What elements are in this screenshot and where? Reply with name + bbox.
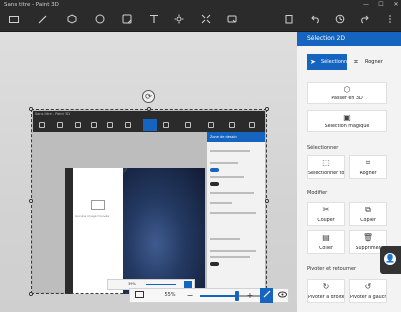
resize-handle[interactable] (29, 292, 33, 296)
text-icon[interactable] (147, 14, 161, 28)
canvas-icon[interactable] (199, 14, 213, 28)
selection-frame[interactable] (31, 109, 267, 294)
title-bar: Sans titre - Paint 3D — ☐ ✕ (0, 0, 401, 10)
close-button[interactable]: ✕ (393, 0, 399, 10)
panel-title: Sélection 2D (297, 32, 401, 46)
section-title-select: Sélectionner (307, 145, 339, 151)
select-all-icon: ⬚ (322, 158, 330, 167)
resize-handle[interactable] (265, 199, 269, 203)
fit-screen-icon[interactable] (133, 290, 145, 302)
zoom-bar: 55% − + (129, 288, 289, 303)
3d-cube-icon: ⬡ (343, 85, 351, 94)
rotate-handle[interactable]: ⟳ (142, 90, 155, 103)
rotate-left-button[interactable]: ↺ Pivoter à gauche (349, 279, 387, 303)
crop-mode-button[interactable]: ⌗ Rogner (351, 54, 391, 70)
resize-handle[interactable] (29, 199, 33, 203)
section-title-edit: Modifier (307, 190, 328, 196)
resize-handle[interactable] (147, 107, 151, 111)
trash-icon: 🗑 (362, 233, 374, 242)
brush-icon[interactable] (36, 14, 50, 28)
maximize-button[interactable]: ☐ (378, 0, 384, 10)
3d-shapes-icon[interactable] (65, 14, 79, 28)
person-icon: 👤 (384, 253, 396, 265)
rotate-left-icon: ↺ (364, 282, 372, 291)
canvas-area[interactable]: ⟳ Sans titre - Paint 3D Aucune image tro… (0, 32, 297, 312)
convert-to-3d-button[interactable]: ⬡ Passer en 3D (307, 82, 387, 104)
zoom-out-button[interactable]: − (184, 290, 196, 302)
main-toolbar (0, 10, 401, 32)
2d-shapes-icon[interactable] (93, 14, 107, 28)
menu-icon[interactable] (383, 14, 397, 28)
view-icon[interactable] (276, 290, 288, 302)
undo-icon[interactable] (309, 14, 323, 28)
folder-icon[interactable] (7, 14, 21, 28)
rotate-right-icon: ↻ (322, 282, 330, 291)
people-button[interactable]: 👤 (380, 246, 401, 274)
select-all-button[interactable]: ⬚ Sélectionner tout (307, 155, 345, 179)
cursor-icon: ➤ (310, 58, 316, 66)
pen-tool-button[interactable] (260, 288, 273, 303)
section-title-rotate: Pivoter et retourner (307, 266, 357, 272)
resize-handle[interactable] (265, 107, 269, 111)
effects-icon[interactable] (172, 14, 186, 28)
history-icon[interactable] (333, 14, 347, 28)
zoom-in-button[interactable]: + (244, 290, 256, 302)
cut-button[interactable]: ✂ Couper (307, 202, 345, 226)
magic-select-button[interactable]: ▣ Sélection magique (307, 110, 387, 132)
paste-icon: ▤ (322, 233, 330, 242)
stickers-icon[interactable] (120, 14, 134, 28)
magic-select-icon: ▣ (343, 113, 351, 122)
zoom-slider-thumb[interactable] (235, 291, 240, 301)
paste-icon[interactable] (282, 14, 296, 28)
mixed-reality-icon[interactable] (225, 14, 239, 28)
copy-icon: ⧉ (365, 205, 371, 214)
crop-icon: ⌗ (365, 158, 371, 167)
rotate-right-button[interactable]: ↻ Pivoter à droite (307, 279, 345, 303)
window-controls: — ☐ ✕ (363, 0, 399, 10)
crop-icon: ⌗ (354, 58, 358, 66)
window-title: Sans titre - Paint 3D (4, 2, 59, 8)
scissors-icon: ✂ (322, 205, 330, 214)
paste-button[interactable]: ▤ Coller (307, 230, 345, 254)
redo-icon[interactable] (357, 14, 371, 28)
resize-handle[interactable] (29, 107, 33, 111)
copy-button[interactable]: ⧉ Copier (349, 202, 387, 226)
minimize-button[interactable]: — (363, 0, 369, 10)
zoom-slider[interactable] (200, 291, 268, 301)
crop-button[interactable]: ⌗ Rogner (349, 155, 387, 179)
zoom-value[interactable]: 55% (160, 289, 180, 302)
select-mode-button[interactable]: ➤ Sélectionner (307, 54, 352, 70)
